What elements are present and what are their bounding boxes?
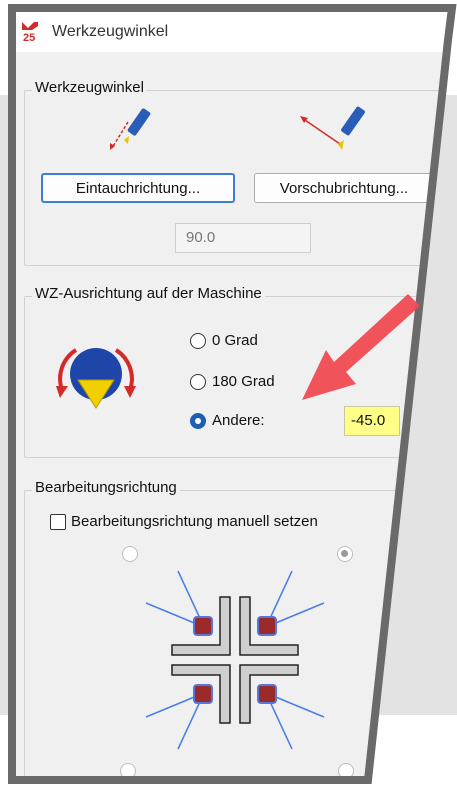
annotation-arrow-icon — [302, 294, 420, 400]
